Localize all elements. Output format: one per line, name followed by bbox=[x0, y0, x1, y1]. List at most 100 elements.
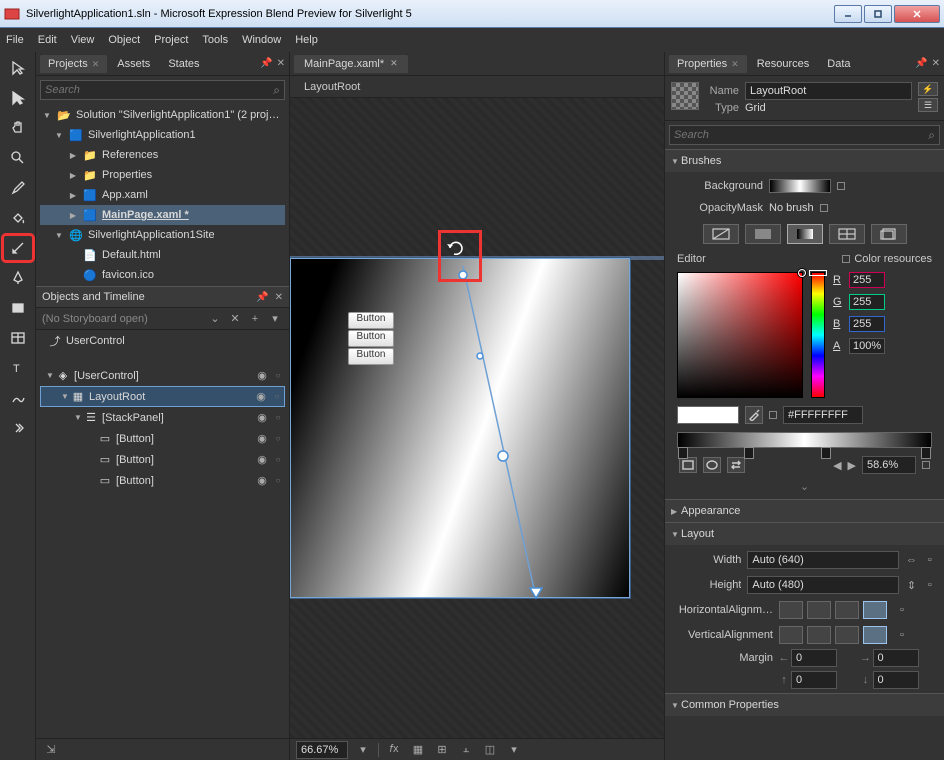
hue-slider[interactable] bbox=[811, 272, 825, 398]
auto-toggle[interactable]: ⇕ bbox=[905, 576, 917, 594]
snap-lines-toggle[interactable]: ⫠ bbox=[457, 743, 475, 756]
valign-center[interactable] bbox=[807, 626, 831, 644]
pin-icon[interactable]: 📌 bbox=[260, 58, 272, 69]
breadcrumb[interactable]: LayoutRoot bbox=[290, 76, 664, 98]
canvas-button[interactable]: Button bbox=[348, 330, 394, 347]
properties-node[interactable]: 📁Properties bbox=[40, 165, 285, 185]
zoom-tool[interactable] bbox=[4, 146, 32, 170]
margin-left-input[interactable] bbox=[791, 649, 837, 667]
expand-icon[interactable]: ⇲ bbox=[42, 743, 60, 756]
hex-input[interactable] bbox=[783, 406, 863, 424]
grid-toggle[interactable]: ▦ bbox=[409, 743, 427, 756]
properties-search[interactable]: ⌕ bbox=[669, 125, 940, 145]
gradient-strip[interactable] bbox=[677, 432, 932, 448]
picker-cursor[interactable] bbox=[798, 269, 806, 277]
text-tool[interactable]: T bbox=[4, 356, 32, 380]
visibility-toggle[interactable]: ◉ bbox=[253, 432, 271, 445]
b-input[interactable] bbox=[849, 316, 885, 332]
close-panel-icon[interactable]: ✕ bbox=[277, 58, 285, 69]
menu-object[interactable]: Object bbox=[108, 34, 140, 46]
button-node[interactable]: ▭Button◉○ bbox=[40, 428, 285, 449]
visibility-toggle[interactable]: ◉ bbox=[253, 411, 271, 424]
lock-toggle[interactable]: ○ bbox=[271, 476, 285, 485]
pin-icon[interactable]: 📌 bbox=[256, 292, 268, 303]
paint-bucket-tool[interactable] bbox=[4, 206, 32, 230]
gradient-brush-tab[interactable] bbox=[787, 224, 823, 244]
hex-marker[interactable] bbox=[769, 411, 777, 419]
halign-left[interactable] bbox=[779, 601, 803, 619]
direct-select-tool[interactable] bbox=[4, 86, 32, 110]
zoom-input[interactable] bbox=[296, 741, 348, 759]
property-marker[interactable]: ▫ bbox=[893, 601, 911, 619]
a-input[interactable] bbox=[849, 338, 885, 354]
stop-prev[interactable]: ◀ bbox=[833, 459, 841, 472]
asset-tool[interactable] bbox=[4, 386, 32, 410]
gradient-tool[interactable] bbox=[4, 236, 32, 260]
usercontrol-node[interactable]: ▼◈UserControl◉○ bbox=[40, 365, 285, 386]
canvas-button[interactable]: Button bbox=[348, 348, 394, 365]
snap-toggle[interactable]: ⊞ bbox=[433, 743, 451, 756]
tab-properties[interactable]: Properties✕ bbox=[669, 55, 747, 73]
property-marker[interactable] bbox=[820, 204, 828, 212]
eyedropper-button[interactable] bbox=[745, 406, 763, 424]
current-color-swatch[interactable] bbox=[677, 406, 739, 424]
more-tools[interactable] bbox=[4, 416, 32, 440]
background-brush-row[interactable]: Background bbox=[673, 176, 936, 196]
project-search[interactable]: ⌕ bbox=[40, 80, 285, 100]
valign-top[interactable] bbox=[779, 626, 803, 644]
brush-tool[interactable] bbox=[4, 176, 32, 200]
tab-projects[interactable]: Projects✕ bbox=[40, 55, 107, 73]
r-input[interactable] bbox=[849, 272, 885, 288]
zoom-dropdown[interactable]: ▾ bbox=[354, 743, 372, 756]
doc-tab-mainpage[interactable]: MainPage.xaml*✕ bbox=[294, 55, 408, 73]
margin-top-input[interactable] bbox=[791, 671, 837, 689]
layoutroot-node[interactable]: ▼▦LayoutRoot◉○ bbox=[40, 386, 285, 407]
margin-right-input[interactable] bbox=[873, 649, 919, 667]
menu-window[interactable]: Window bbox=[242, 34, 281, 46]
height-input[interactable] bbox=[747, 576, 899, 594]
common-properties-header[interactable]: ▼Common Properties bbox=[665, 694, 944, 716]
storyboard-close[interactable]: ✕ bbox=[227, 312, 243, 325]
solid-brush-tab[interactable] bbox=[745, 224, 781, 244]
search-input[interactable] bbox=[674, 129, 928, 141]
artboard-viewport[interactable]: Button Button Button bbox=[290, 98, 664, 738]
gradient-stop[interactable] bbox=[678, 447, 688, 459]
color-picker[interactable] bbox=[677, 272, 803, 398]
tab-data[interactable]: Data bbox=[819, 55, 858, 73]
properties-view-button[interactable]: ☰ bbox=[918, 98, 938, 112]
rectangle-tool[interactable] bbox=[4, 296, 32, 320]
mainpage-node[interactable]: 🟦MainPage.xaml * bbox=[40, 205, 285, 225]
resource-brush-tab[interactable] bbox=[871, 224, 907, 244]
name-input[interactable] bbox=[745, 82, 912, 100]
g-input[interactable] bbox=[849, 294, 885, 310]
lock-toggle[interactable]: ○ bbox=[271, 413, 285, 422]
margin-bottom-input[interactable] bbox=[873, 671, 919, 689]
search-input[interactable] bbox=[45, 84, 273, 96]
close-icon[interactable]: ✕ bbox=[731, 59, 739, 69]
appxaml-node[interactable]: 🟦App.xaml bbox=[40, 185, 285, 205]
lock-toggle[interactable]: ○ bbox=[271, 371, 285, 380]
references-node[interactable]: 📁References bbox=[40, 145, 285, 165]
events-view-button[interactable]: ⚡ bbox=[918, 82, 938, 96]
width-input[interactable] bbox=[747, 551, 899, 569]
site-project-node[interactable]: 🌐SilverlightApplication1Site bbox=[40, 225, 285, 245]
close-icon[interactable]: ✕ bbox=[932, 58, 940, 69]
stop-position-input[interactable] bbox=[862, 456, 916, 474]
solution-node[interactable]: 📂Solution "SilverlightApplication1" (2 p… bbox=[40, 105, 285, 125]
pan-tool[interactable] bbox=[4, 116, 32, 140]
hue-marker[interactable] bbox=[809, 270, 827, 276]
button-node[interactable]: ▭Button◉○ bbox=[40, 449, 285, 470]
gradient-stop[interactable] bbox=[744, 447, 754, 459]
maximize-button[interactable] bbox=[864, 5, 892, 23]
default-html-node[interactable]: 📄Default.html bbox=[40, 245, 285, 265]
valign-bottom[interactable] bbox=[835, 626, 859, 644]
menu-project[interactable]: Project bbox=[154, 34, 188, 46]
favicon-node[interactable]: 🔵favicon.ico bbox=[40, 265, 285, 285]
property-marker[interactable] bbox=[837, 182, 845, 190]
close-icon[interactable]: ✕ bbox=[390, 58, 398, 69]
tab-assets[interactable]: Assets bbox=[109, 55, 158, 73]
halign-stretch[interactable] bbox=[863, 601, 887, 619]
stop-next[interactable]: ▶ bbox=[848, 459, 856, 472]
close-icon[interactable]: ✕ bbox=[275, 292, 283, 303]
project-node[interactable]: 🟦SilverlightApplication1 bbox=[40, 125, 285, 145]
